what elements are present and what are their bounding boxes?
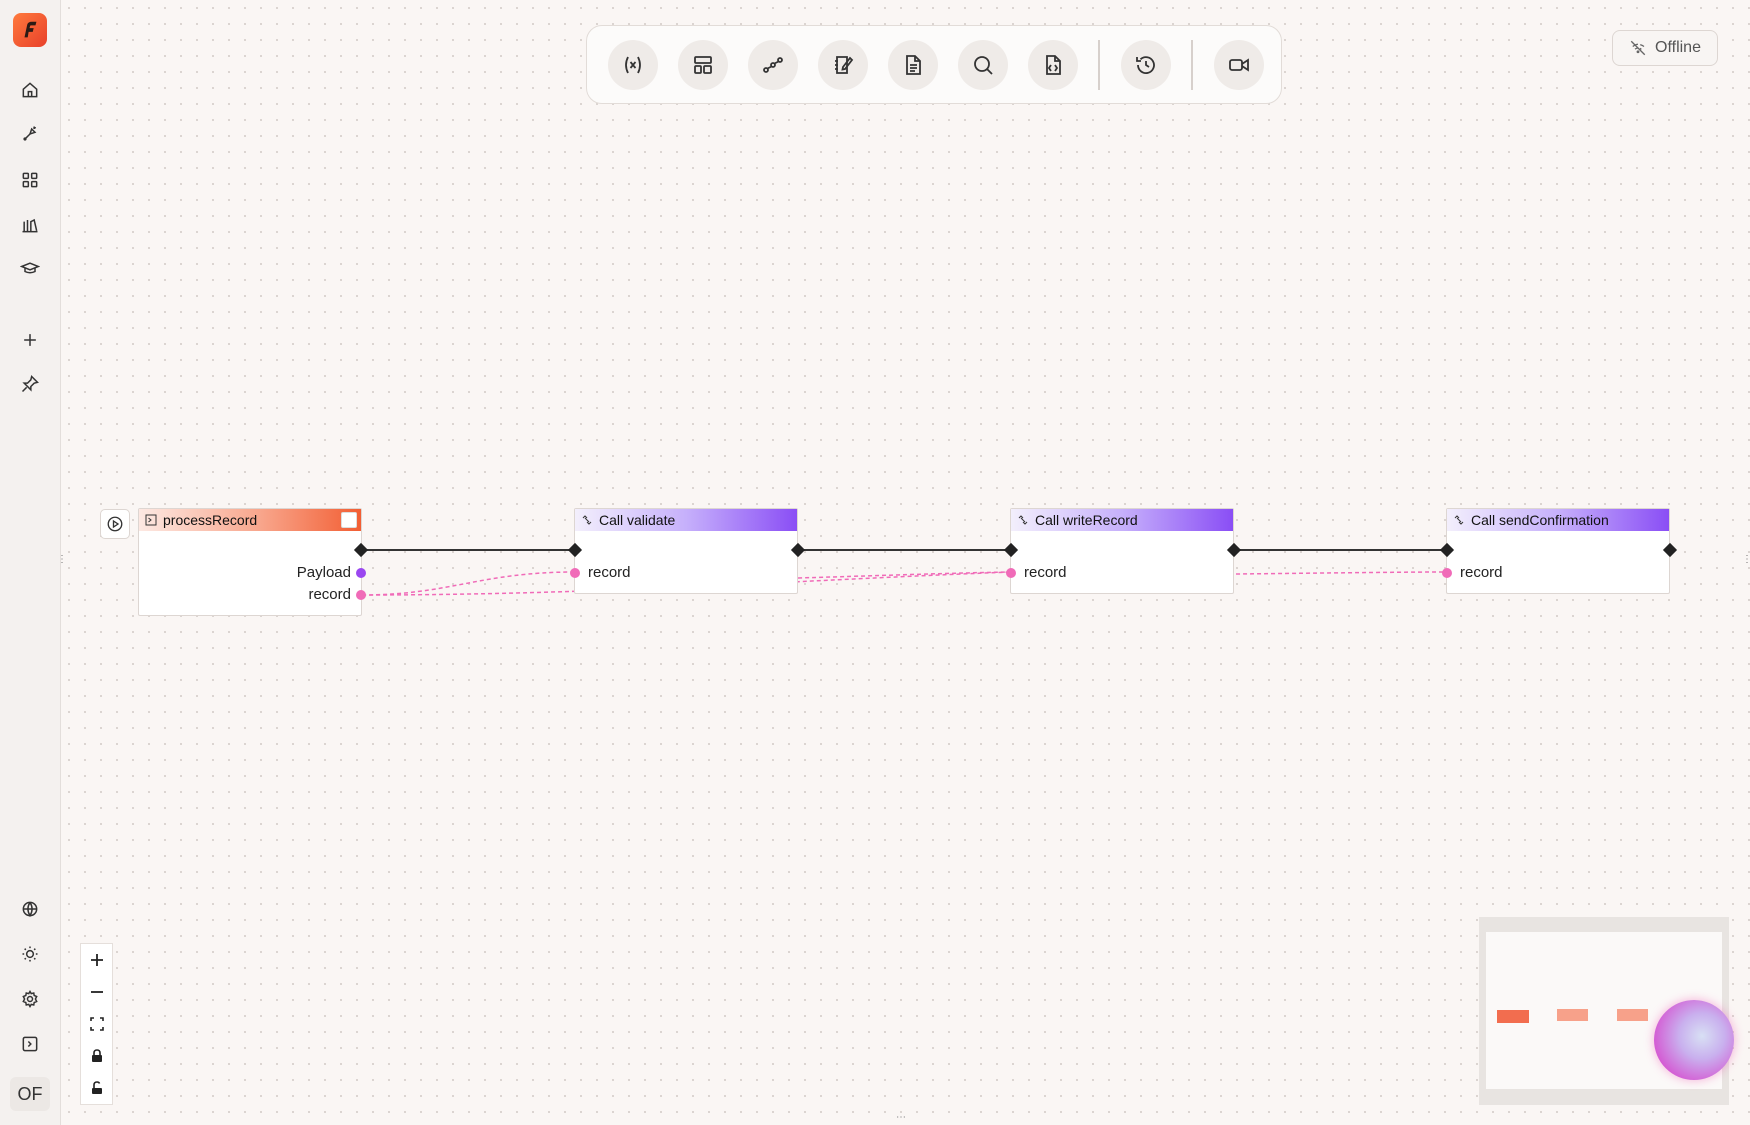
flow-node-process-record[interactable]: processRecord Payload record (138, 508, 362, 616)
node-title: Call validate (599, 512, 676, 528)
zoom-out-icon (90, 991, 103, 993)
node-title: processRecord (163, 512, 258, 528)
link-icon (1018, 515, 1028, 525)
sidebar-item-add[interactable] (12, 322, 48, 358)
app-logo[interactable] (13, 13, 47, 47)
zoom-out-button[interactable] (81, 976, 112, 1008)
workflow-icon (763, 57, 783, 73)
data-in-port[interactable] (1006, 568, 1016, 578)
history-button[interactable] (1121, 40, 1171, 90)
play-icon (107, 516, 123, 532)
sidebar-item-language[interactable] (12, 891, 48, 927)
port-label: record (588, 564, 631, 581)
settings-gear-icon (22, 990, 38, 1008)
port-label: record (1024, 564, 1067, 581)
sidebar-item-home[interactable] (12, 72, 48, 108)
record-video-icon (1229, 58, 1249, 72)
minimap-node (1557, 1009, 1588, 1021)
sidebar-item-theme[interactable] (12, 936, 48, 972)
workflow-button[interactable] (748, 40, 798, 90)
port-label: Payload (296, 564, 351, 581)
code-file-icon (1046, 55, 1061, 75)
globe-icon (22, 901, 38, 918)
add-icon (24, 334, 36, 346)
flow-node-call-send-confirmation[interactable]: Call sendConfirmation record (1446, 508, 1670, 594)
code-file-button[interactable] (1028, 40, 1078, 90)
flows-icon (23, 126, 37, 141)
right-panel-handle[interactable]: ⋮ (1742, 554, 1750, 565)
wifi-off-icon (1630, 40, 1646, 56)
home-icon (22, 82, 38, 98)
connection-status-label: Offline (1655, 39, 1701, 56)
pin-icon (21, 375, 39, 393)
data-in-port[interactable] (570, 568, 580, 578)
node-header[interactable]: Call validate (575, 509, 797, 531)
sidebar-item-console[interactable] (12, 1026, 48, 1062)
fit-view-button[interactable] (81, 1008, 112, 1040)
assistant-orb-button[interactable] (1654, 1000, 1734, 1080)
port-label: record (1460, 564, 1503, 581)
flow-node-call-write-record[interactable]: Call writeRecord record (1010, 508, 1234, 594)
notebook-icon (835, 56, 854, 74)
node-header[interactable]: processRecord (139, 509, 361, 531)
zoom-controls (80, 943, 113, 1105)
zoom-in-button[interactable] (81, 944, 112, 976)
sidebar-item-pin[interactable] (12, 366, 48, 402)
document-icon (906, 55, 921, 75)
node-title: Call writeRecord (1035, 512, 1138, 528)
sidebar-item-learn[interactable] (12, 251, 48, 287)
sidebar-item-settings[interactable] (12, 981, 48, 1017)
fit-view-icon (89, 1017, 104, 1031)
data-out-port[interactable] (356, 568, 366, 578)
library-icon (22, 218, 38, 233)
function-icon (145, 514, 157, 526)
sidebar-item-flows[interactable] (12, 116, 48, 152)
lock-button[interactable] (81, 1040, 112, 1072)
node-header[interactable]: Call sendConfirmation (1447, 509, 1669, 531)
node-header[interactable]: Call writeRecord (1011, 509, 1233, 531)
sidebar: OF (0, 0, 61, 1125)
run-flow-button[interactable] (100, 509, 130, 539)
toolbar-divider (1098, 40, 1100, 90)
top-toolbar (586, 25, 1282, 104)
node-title: Call sendConfirmation (1471, 512, 1609, 528)
left-panel-handle[interactable]: ⋮ (57, 554, 67, 565)
document-button[interactable] (888, 40, 938, 90)
unlock-button[interactable] (81, 1072, 112, 1104)
minimap-node (1497, 1010, 1529, 1023)
layout-icon (694, 56, 712, 74)
apps-grid-icon (22, 172, 38, 188)
console-icon (22, 1036, 38, 1052)
zoom-in-icon (90, 954, 103, 966)
data-in-port[interactable] (1442, 568, 1452, 578)
lock-icon (91, 1049, 102, 1062)
notebook-button[interactable] (818, 40, 868, 90)
minimap-node (1617, 1009, 1648, 1021)
sidebar-item-library[interactable] (12, 207, 48, 243)
node-toggle-checkbox[interactable] (341, 512, 357, 528)
search-icon (974, 56, 993, 75)
variables-icon (625, 56, 641, 74)
history-icon (1136, 56, 1155, 74)
link-icon (582, 515, 592, 525)
logo-icon (24, 21, 37, 38)
variables-button[interactable] (608, 40, 658, 90)
unlock-icon (91, 1081, 102, 1094)
search-button[interactable] (958, 40, 1008, 90)
data-out-port[interactable] (356, 590, 366, 600)
record-video-button[interactable] (1214, 40, 1264, 90)
link-icon (1454, 515, 1464, 525)
learn-icon (20, 262, 40, 274)
sidebar-item-apps[interactable] (12, 162, 48, 198)
toolbar-divider (1191, 40, 1193, 90)
theme-sun-icon (22, 946, 38, 962)
bottom-panel-handle[interactable]: ⋯ (896, 1112, 906, 1123)
layout-button[interactable] (678, 40, 728, 90)
flow-node-call-validate[interactable]: Call validate record (574, 508, 798, 594)
port-label: record (308, 586, 351, 603)
user-avatar[interactable]: OF (10, 1077, 50, 1111)
connection-status-badge[interactable]: Offline (1612, 30, 1718, 66)
